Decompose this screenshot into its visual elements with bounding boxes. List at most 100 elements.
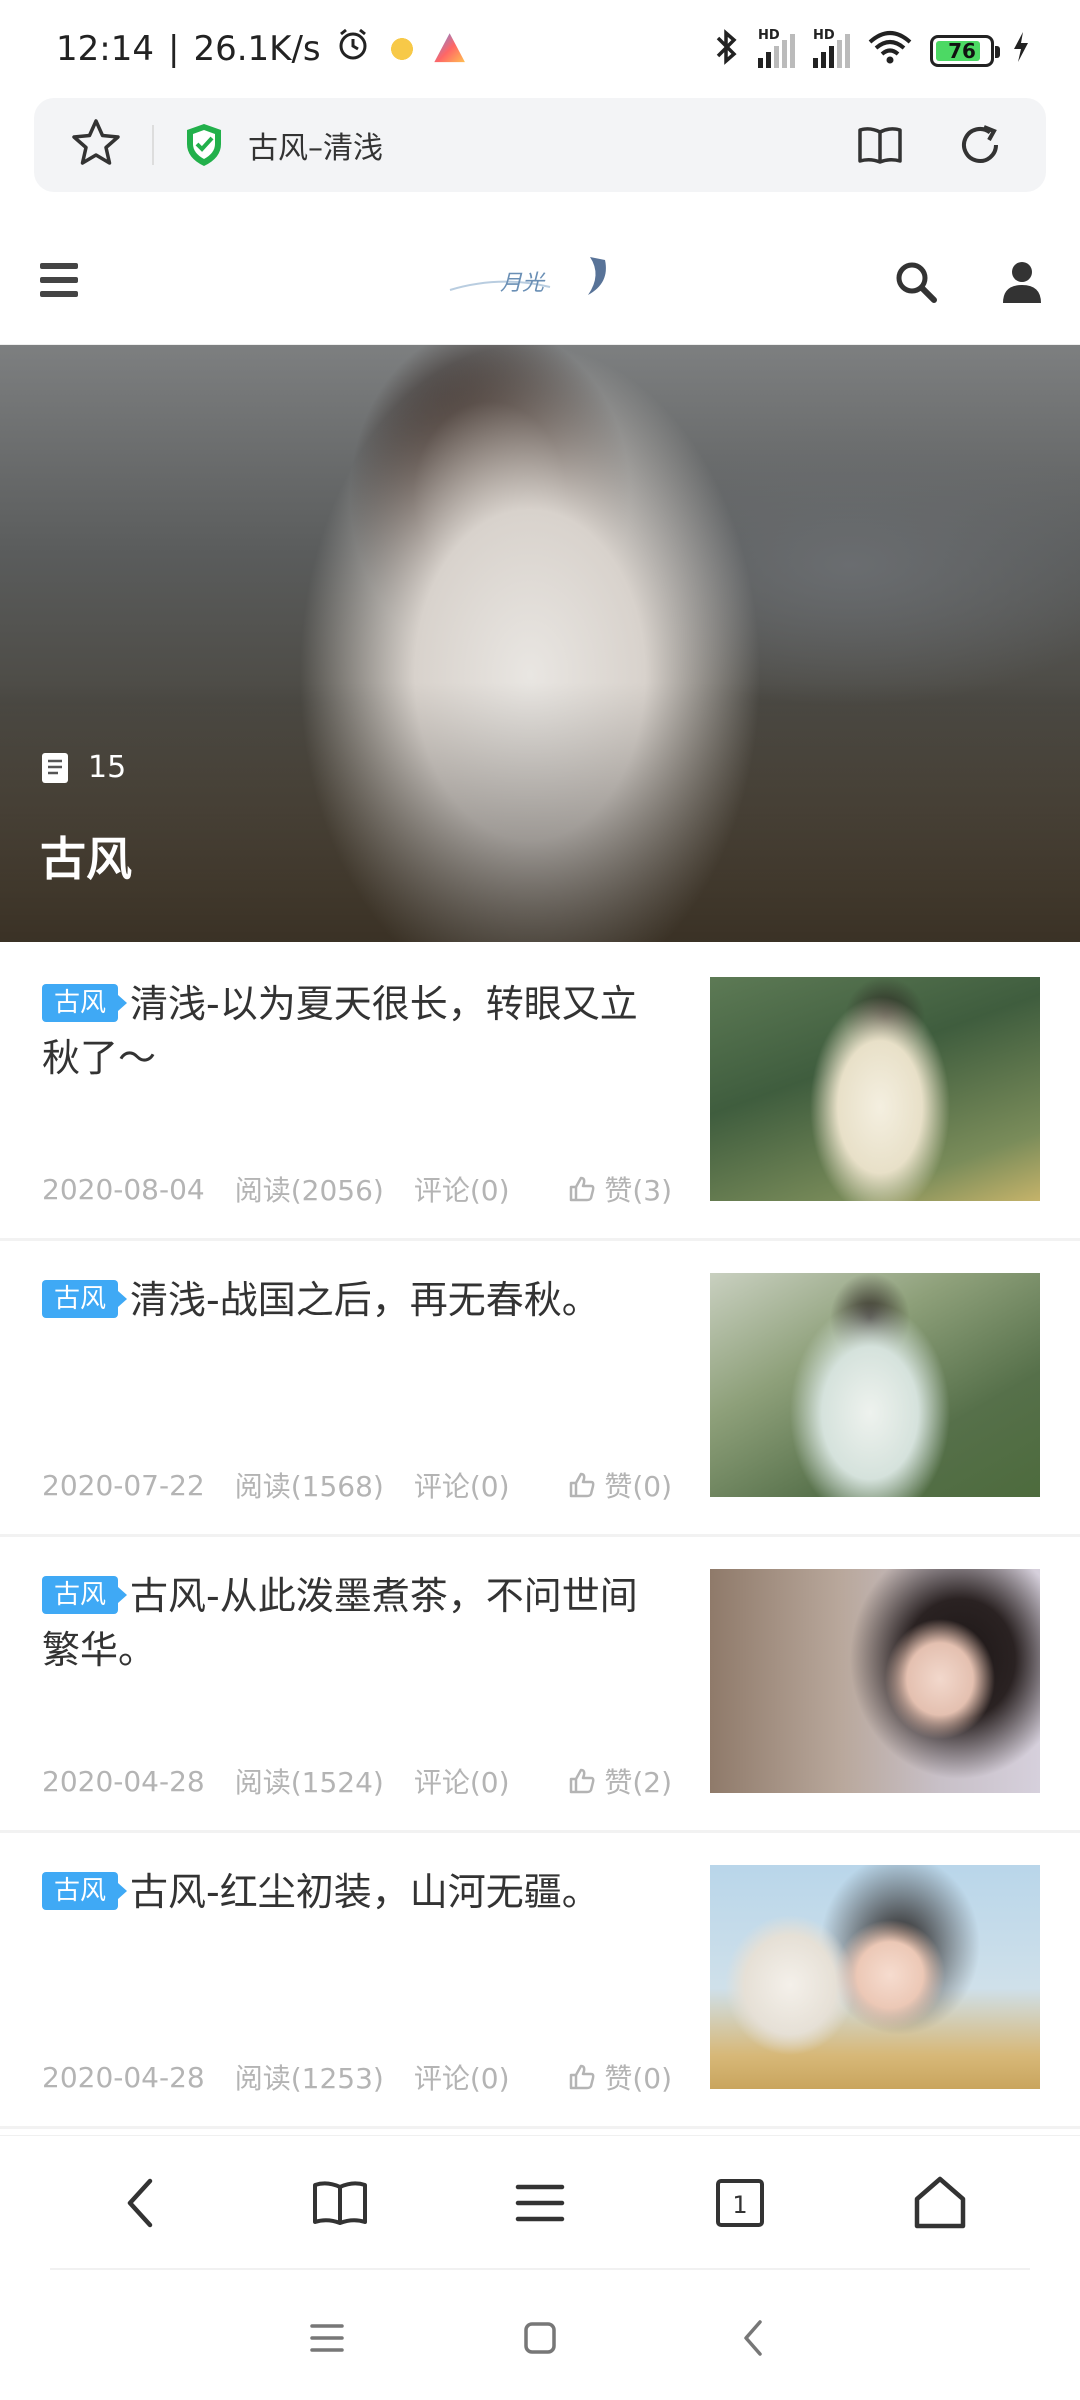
article-date: 2020-04-28	[42, 1764, 205, 1798]
back-chevron-icon	[744, 2319, 763, 2356]
tabs-icon: 1	[716, 2178, 764, 2227]
article-title[interactable]: 古风-从此泼墨煮茶，不问世间繁华。	[42, 1574, 638, 1672]
article-date: 2020-08-04	[42, 1172, 205, 1206]
security-shield-icon	[184, 122, 224, 168]
system-back-button[interactable]	[723, 2308, 783, 2368]
article-item[interactable]: 古风 清浅-战国之后，再无春秋。 2020-07-22 阅读(1568) 评论(0…	[0, 1241, 1080, 1537]
recent-apps-button[interactable]	[297, 2308, 357, 2368]
thumbs-up-icon	[570, 1768, 595, 1794]
menu-icon[interactable]	[40, 263, 78, 297]
article-heading[interactable]: 古风 清浅-战国之后，再无春秋。	[42, 1273, 672, 1327]
article-heading[interactable]: 古风 古风-红尘初装，山河无疆。	[42, 1865, 672, 1919]
article-thumbnail[interactable]	[710, 977, 1040, 1201]
article-title[interactable]: 清浅-战国之后，再无春秋。	[130, 1278, 600, 1322]
like-button[interactable]: 赞(3)	[568, 1169, 672, 1209]
category-tag[interactable]: 古风	[42, 1576, 128, 1614]
bookmark-star-icon[interactable]	[70, 117, 122, 173]
article-reads: 阅读(1253)	[234, 2062, 384, 2095]
article-title[interactable]: 古风-红尘初装，山河无疆。	[130, 1870, 600, 1914]
back-button[interactable]	[100, 2163, 180, 2243]
article-likes: 赞(3)	[604, 1174, 672, 1207]
article-count-value: 15	[88, 750, 127, 785]
charging-icon	[1012, 30, 1030, 72]
article-date: 2020-04-28	[42, 2060, 205, 2094]
article-reads: 阅读(1568)	[234, 1470, 384, 1503]
article-comments: 评论(0)	[413, 2062, 510, 2095]
wifi-icon	[868, 30, 912, 72]
site-logo[interactable]: 月光	[440, 245, 640, 315]
article-count-icon	[42, 752, 68, 783]
article-heading[interactable]: 古风 古风-从此泼墨煮茶，不问世间繁华。	[42, 1569, 672, 1677]
like-button[interactable]: 赞(0)	[568, 2057, 672, 2097]
site-header: 月光	[0, 215, 1080, 345]
article-meta: 2020-04-28 阅读(1524) 评论(0) 赞(2)	[42, 1761, 672, 1801]
category-tag[interactable]: 古风	[42, 984, 128, 1022]
toolbar-divider	[50, 2268, 1030, 2270]
page-title[interactable]: 古风–清浅	[248, 123, 810, 167]
article-likes: 赞(0)	[604, 2062, 672, 2095]
article-likes: 赞(0)	[604, 1470, 672, 1503]
back-chevron-icon	[127, 2178, 153, 2227]
tabs-button[interactable]: 1	[700, 2163, 780, 2243]
app-notification-icon	[384, 31, 419, 66]
menu-icon	[515, 2184, 565, 2221]
category-hero-banner: 15 古风	[0, 345, 1080, 942]
user-icon[interactable]	[1000, 259, 1044, 307]
site-logo-text: 月光	[500, 271, 545, 296]
category-tag[interactable]: 古风	[42, 1280, 128, 1318]
article-thumbnail[interactable]	[710, 1273, 1040, 1497]
status-bar: 12:14 | 26.1K/s HD HD 76	[0, 0, 1080, 100]
article-thumbnail[interactable]	[710, 1865, 1040, 2089]
signal-strength-icon-2: HD	[813, 28, 850, 68]
home-button[interactable]	[900, 2163, 980, 2243]
home-icon	[914, 2176, 966, 2228]
article-likes: 赞(2)	[604, 1766, 672, 1799]
article-item[interactable]: 古风 清浅-以为夏天很长，转眼又立秋了～ 2020-08-04 阅读(2056) …	[0, 945, 1080, 1241]
article-reads: 阅读(2056)	[234, 1174, 384, 1207]
search-icon[interactable]	[894, 260, 938, 308]
article-heading[interactable]: 古风 清浅-以为夏天很长，转眼又立秋了～	[42, 977, 672, 1085]
alarm-icon	[335, 26, 371, 71]
article-thumbnail[interactable]	[710, 1569, 1040, 1793]
reload-icon	[962, 125, 998, 163]
category-tag[interactable]: 古风	[42, 1872, 128, 1910]
reader-mode-button[interactable]	[850, 125, 910, 165]
address-divider	[152, 125, 154, 165]
category-title: 古风	[40, 832, 132, 886]
thumbs-up-icon	[570, 1176, 595, 1202]
battery-level: 76	[948, 39, 976, 63]
article-comments: 评论(0)	[413, 1470, 510, 1503]
article-comments: 评论(0)	[413, 1766, 510, 1799]
network-speed: 26.1K/s	[193, 28, 321, 69]
app-notification-icon-2	[434, 33, 465, 63]
article-item[interactable]: 古风 古风-红尘初装，山河无疆。 2020-04-28 阅读(1253) 评论(0…	[0, 1833, 1080, 2129]
address-bar[interactable]: 古风–清浅	[34, 98, 1046, 192]
status-left: 12:14 | 26.1K/s	[56, 26, 467, 71]
recents-menu-icon	[309, 2323, 344, 2352]
status-separator: |	[167, 28, 180, 69]
article-list: 古风 清浅-以为夏天很长，转眼又立秋了～ 2020-08-04 阅读(2056) …	[0, 945, 1080, 2129]
reload-button[interactable]	[950, 123, 1010, 167]
bluetooth-icon	[714, 28, 740, 74]
article-reads: 阅读(1524)	[234, 1766, 384, 1799]
article-date: 2020-07-22	[42, 1468, 205, 1502]
browser-menu-button[interactable]	[500, 2163, 580, 2243]
like-button[interactable]: 赞(0)	[568, 1465, 672, 1505]
article-title[interactable]: 清浅-以为夏天很长，转眼又立秋了～	[42, 982, 638, 1080]
article-meta: 2020-08-04 阅读(2056) 评论(0) 赞(3)	[42, 1169, 672, 1209]
battery-indicator: 76	[930, 35, 1000, 67]
status-right: HD HD 76	[714, 28, 1030, 74]
signal-strength-icon: HD	[758, 28, 795, 68]
status-time: 12:14	[56, 28, 154, 69]
square-home-icon	[524, 2321, 556, 2354]
browser-toolbar: 1	[0, 2135, 1080, 2269]
article-item[interactable]: 古风 古风-从此泼墨煮茶，不问世间繁华。 2020-04-28 阅读(1524) …	[0, 1537, 1080, 1833]
bookmarks-button[interactable]	[300, 2163, 380, 2243]
like-button[interactable]: 赞(2)	[568, 1761, 672, 1801]
system-navigation-bar	[0, 2275, 1080, 2400]
article-comments: 评论(0)	[413, 1174, 510, 1207]
article-meta: 2020-04-28 阅读(1253) 评论(0) 赞(0)	[42, 2057, 672, 2097]
article-meta: 2020-07-22 阅读(1568) 评论(0) 赞(0)	[42, 1465, 672, 1505]
thumbs-up-icon	[570, 2064, 595, 2090]
system-home-button[interactable]	[510, 2308, 570, 2368]
